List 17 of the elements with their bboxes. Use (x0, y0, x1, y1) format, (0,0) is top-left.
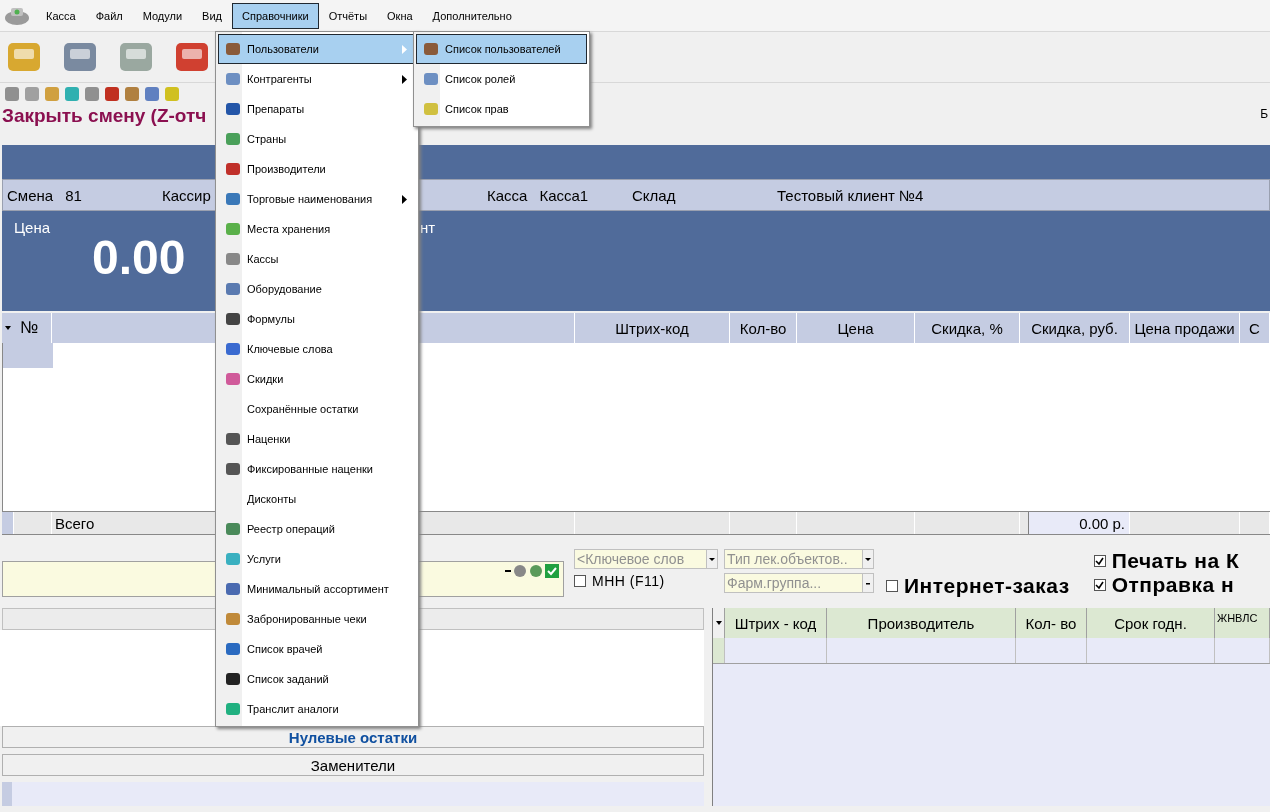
checkbox-label: Печать на К (1111, 549, 1240, 573)
panel-label: нт (420, 219, 436, 236)
page-title: Закрыть смену (Z-отч (1, 105, 207, 127)
info-label: Смена (7, 186, 54, 204)
totals-sum: 0.00 р. (1028, 512, 1130, 534)
checkbox-label: Интернет-заказ (904, 574, 1070, 598)
info-label: Кассир (162, 186, 211, 204)
price-value: 0.00 (92, 236, 186, 280)
info-value: 81 (65, 186, 82, 204)
checkbox-label: МНН (F11) (592, 573, 665, 589)
info-label: Тестовый клиент №4 (777, 186, 924, 204)
info-value: Касса1 (539, 186, 589, 204)
info-label: Склад (632, 186, 676, 204)
checkbox-label: Отправка н (1111, 573, 1235, 597)
corner-text: Б (1260, 106, 1269, 121)
info-label: Касса (487, 186, 528, 204)
price-label: Цена (14, 219, 51, 236)
